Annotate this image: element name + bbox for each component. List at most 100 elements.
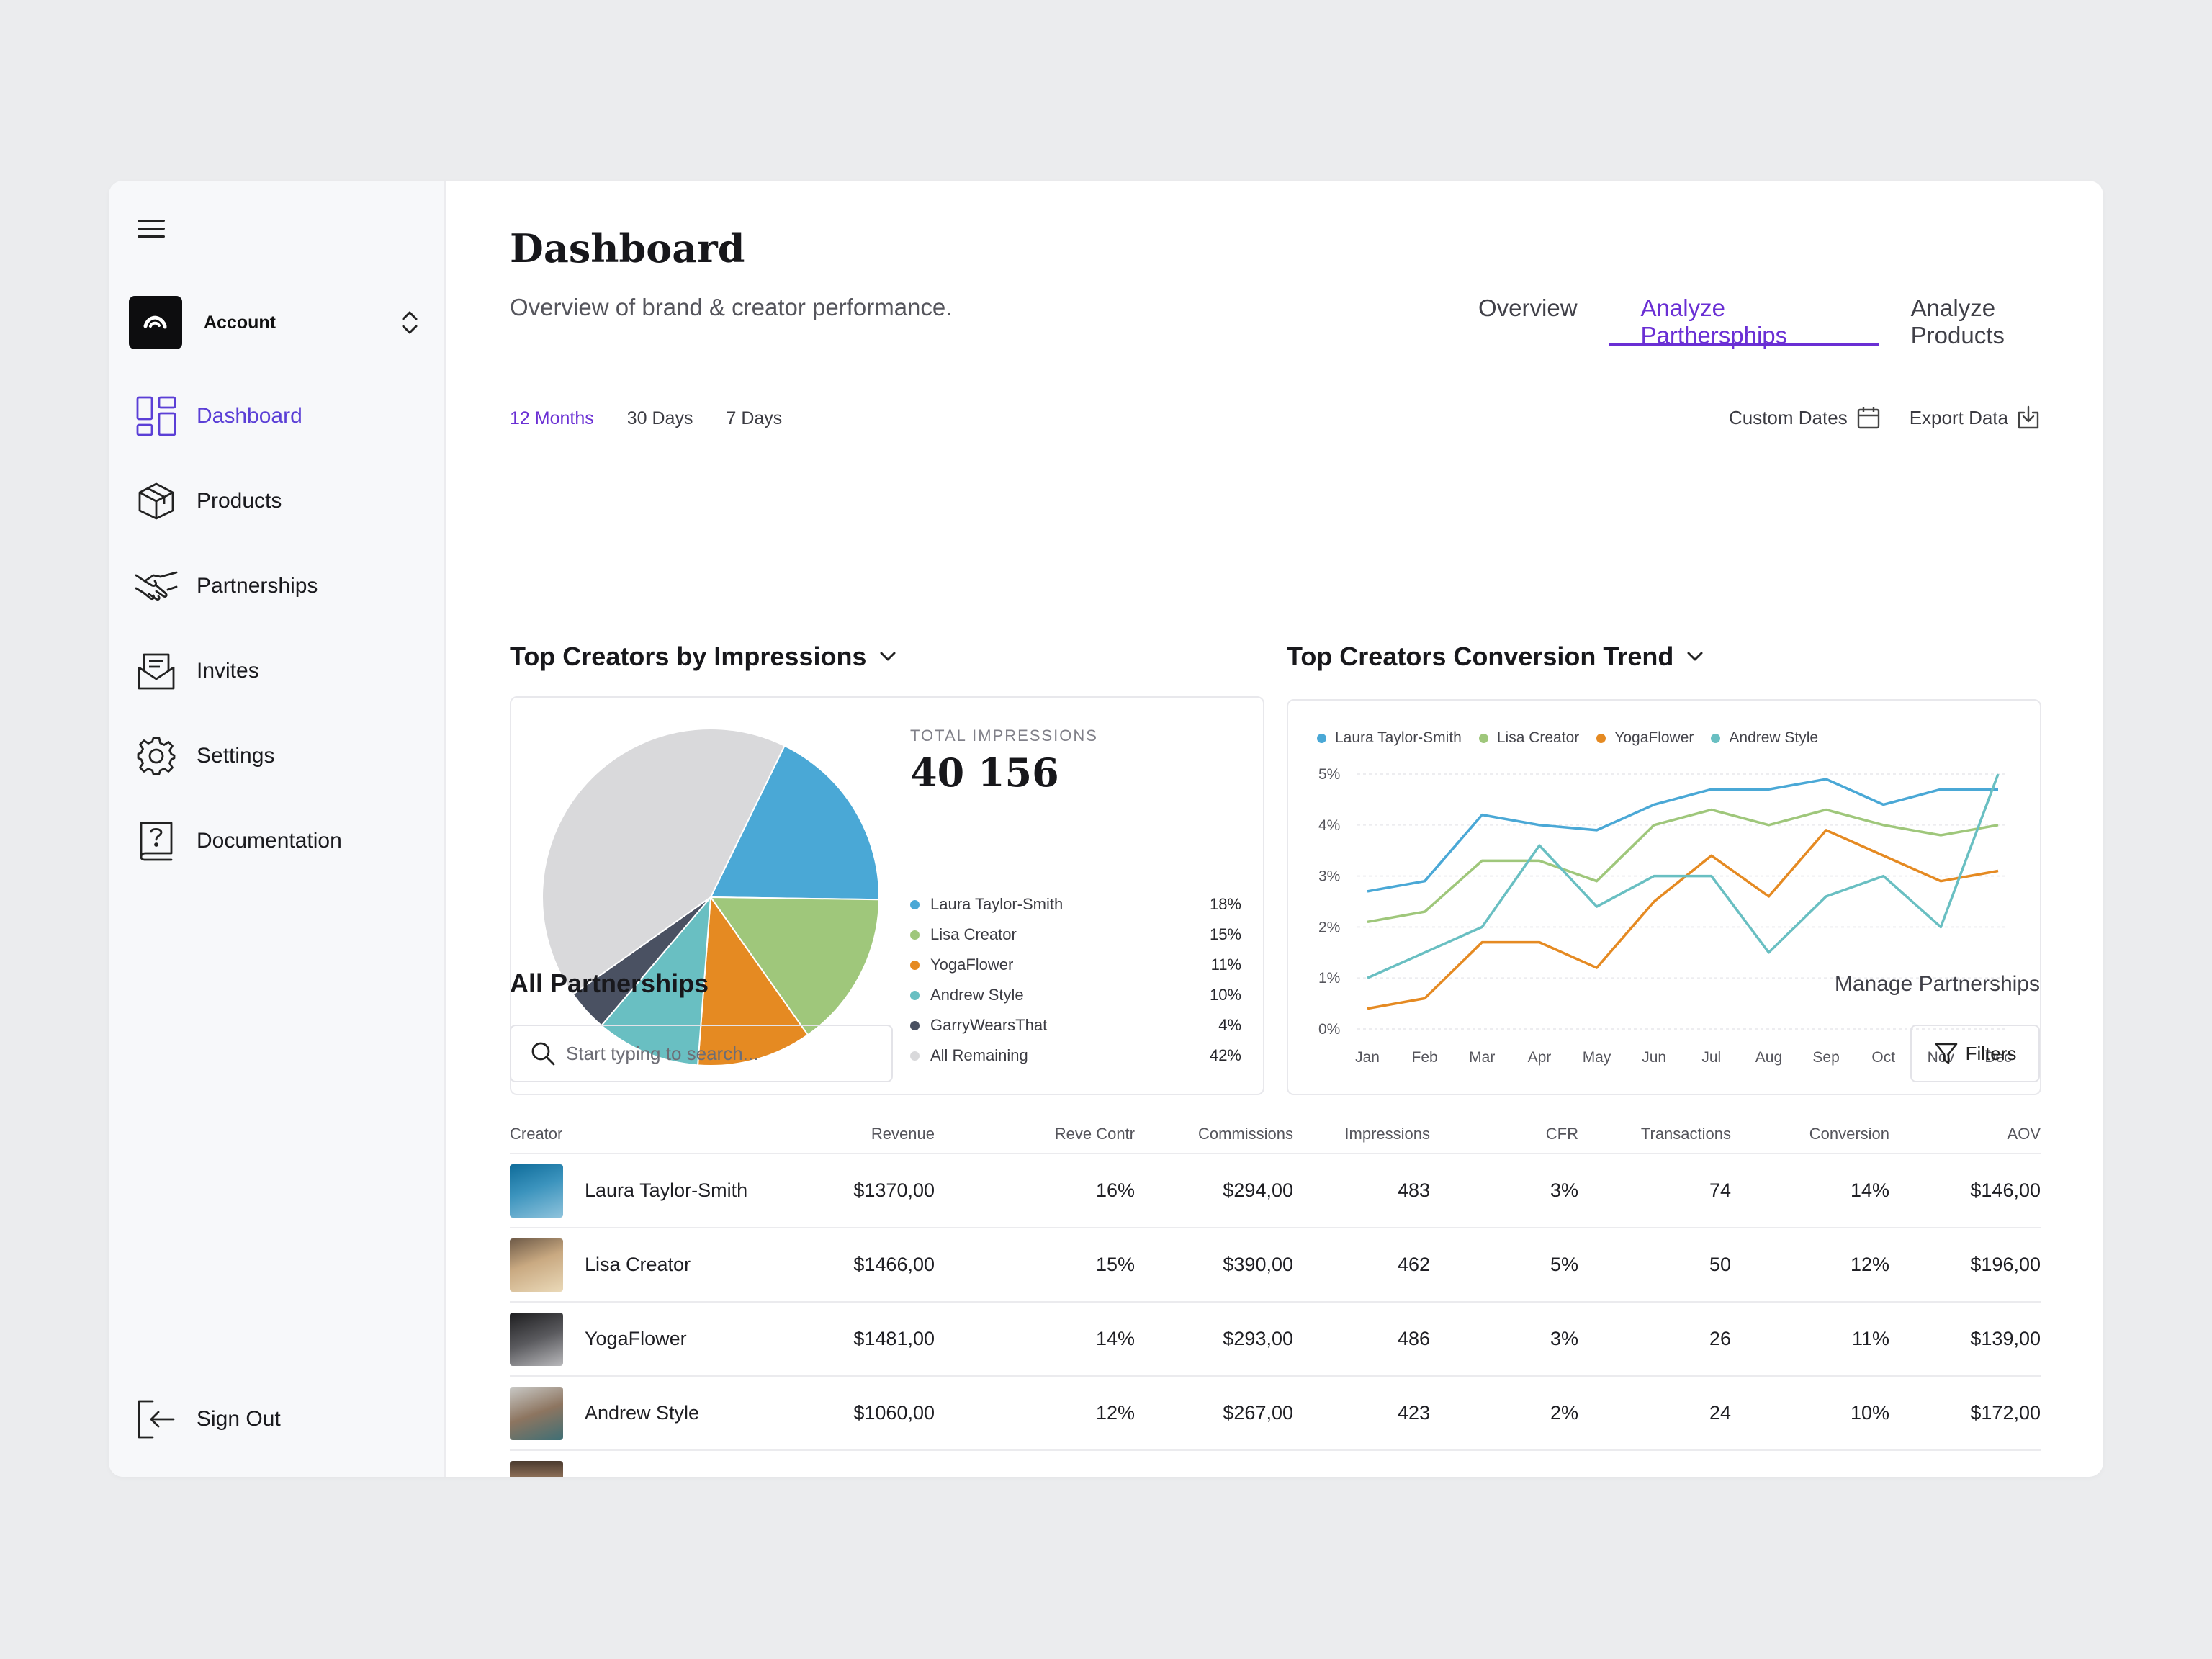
cell-commissions: $267,00 [1223,1402,1293,1424]
date-range-selector: 12 Months 30 Days 7 Days [510,408,815,429]
mail-icon [135,649,178,693]
range-30-days[interactable]: 30 Days [627,408,693,429]
cell-reve-contr: 16% [1095,1179,1135,1201]
tab-overview[interactable]: Overview [1447,289,1609,346]
download-icon [2018,405,2039,429]
filters-label: Filters [1965,1042,2017,1064]
avatar [510,1312,563,1366]
legend-value: 18% [1209,895,1241,913]
manage-partnerships-link[interactable]: Manage Partnerships [1835,972,2040,997]
cell-creator: Laura Taylor-Smith [510,1164,827,1218]
sign-out-label: Sign Out [197,1407,281,1431]
col-creator[interactable]: Creator [510,1125,827,1143]
legend-item: Lisa Creator 15% [910,920,1241,950]
col-commissions[interactable]: Commissions [1135,1125,1293,1143]
filter-icon [1935,1043,1957,1064]
cell-commissions: $390,00 [1223,1254,1293,1275]
account-logo [129,296,182,349]
legend-name: All Remaining [930,1046,1028,1064]
sidebar-item-invites[interactable]: Invites [135,629,423,714]
range-7-days[interactable]: 7 Days [726,408,782,429]
y-tick-label: 5% [1318,766,1340,783]
account-switcher[interactable]: Account [129,296,424,349]
sidebar-item-dashboard[interactable]: Dashboard [135,374,423,459]
legend-dot [910,1020,920,1030]
menu-icon[interactable] [138,215,169,243]
cell-aov: $196,00 [1970,1254,2041,1275]
table-row[interactable]: Laura Taylor-Smith $1370,00 16% $294,00 483 3… [510,1154,2041,1228]
sidebar-item-label: Products [197,489,282,513]
cell-revenue: $1481,00 [853,1328,935,1349]
chevron-updown-icon[interactable] [395,305,424,341]
x-tick-label: Sep [1812,1049,1839,1066]
legend-item: Laura Taylor-Smith 18% [910,889,1241,920]
col-cfr[interactable]: CFR [1430,1125,1578,1143]
sidebar-item-partnerships[interactable]: Partnerships [135,544,423,629]
range-12-months[interactable]: 12 Months [510,408,594,429]
cell-cfr: 5% [1550,1254,1578,1275]
cell-aov: $172,00 [1970,1402,2041,1424]
legend-dot [910,899,920,909]
col-transactions[interactable]: Transactions [1578,1125,1731,1143]
tabs: Overview Analyze Parthersphips Analyze P… [1447,289,2103,349]
col-aov[interactable]: AOV [1889,1125,2041,1143]
sidebar-item-products[interactable]: Products [135,459,423,544]
legend-value: 11% [1210,956,1241,974]
cell-reve-contr: 14% [1095,1328,1135,1349]
tab-analyze-partnerships[interactable]: Analyze Parthersphips [1609,289,1879,349]
cell-transactions: 26 [1709,1328,1731,1349]
gear-icon [135,734,178,778]
search-input[interactable] [566,1042,883,1065]
cell-transactions: 24 [1709,1402,1731,1424]
legend-value: 42% [1209,1046,1241,1064]
search-field[interactable] [510,1025,893,1082]
col-impressions[interactable]: Impressions [1293,1125,1430,1143]
table-row[interactable]: Andrew Style $1060,00 12% $267,00 423 2% 24 10%… [510,1377,2041,1451]
sidebar-item-label: Invites [197,659,259,683]
page-subtitle: Overview of brand & creator performance. [510,294,953,320]
export-data-button[interactable]: Export Data [1910,405,2040,430]
legend-item: All Remaining 42% [910,1040,1241,1071]
sidebar-item-label: Dashboard [197,404,302,428]
legend-name: Andrew Style [930,986,1024,1004]
sidebar-item-settings[interactable]: Settings [135,714,423,799]
sidebar-item-documentation[interactable]: Documentation [135,799,423,884]
total-impressions-label: TOTAL IMPRESSIONS [910,727,1098,745]
creator-name: Laura Taylor-Smith [585,1179,748,1201]
legend-dot [910,960,920,970]
logout-icon [135,1398,178,1441]
partnerships-title: All Partnerships [510,968,709,998]
sidebar-nav: Dashboard Products Partnerships Invites [135,374,423,884]
cell-impressions: 486 [1397,1328,1430,1349]
cell-conversion: 11% [1851,1328,1889,1349]
help-book-icon [135,819,178,863]
filters-button[interactable]: Filters [1910,1025,2040,1082]
y-tick-label: 3% [1318,868,1340,885]
x-tick-label: Feb [1412,1049,1438,1066]
y-tick-label: 2% [1318,919,1340,935]
cell-impressions: 423 [1397,1402,1430,1424]
tab-analyze-products[interactable]: Analyze Products [1879,289,2103,349]
impressions-title-label: Top Creators by Impressions [510,642,867,671]
cell-reve-contr: 12% [1095,1402,1135,1424]
x-tick-label: Mar [1469,1049,1495,1066]
legend-value: 15% [1209,925,1241,943]
table-row[interactable]: Lisa Creator $1466,00 15% $390,00 462 5% 50 12%… [510,1228,2041,1303]
col-conversion[interactable]: Conversion [1731,1125,1889,1143]
cell-revenue: $1060,00 [853,1402,935,1424]
col-reve-contr[interactable]: Reve Contr [935,1125,1135,1143]
x-tick-label: May [1583,1049,1611,1066]
trend-chart-title[interactable]: Top Creators Conversion Trend [1287,642,1704,672]
sign-out-button[interactable]: Sign Out [135,1390,281,1448]
cell-conversion: 14% [1850,1179,1889,1201]
table-row[interactable]: YogaFlower $1481,00 14% $293,00 486 3% 26 11% $1… [510,1303,2041,1377]
cell-creator: YogaFlower [510,1312,827,1366]
x-tick-label: Oct [1871,1049,1895,1066]
col-revenue[interactable]: Revenue [827,1125,935,1143]
trend-title-label: Top Creators Conversion Trend [1287,642,1674,671]
impressions-chart-title[interactable]: Top Creators by Impressions [510,642,896,672]
sidebar: Account Dashboard Products Partnerships … [109,181,446,1477]
cell-cfr: 3% [1550,1328,1578,1349]
legend-item: YogaFlower 11% [910,950,1241,980]
custom-dates-button[interactable]: Custom Dates [1729,405,1881,430]
